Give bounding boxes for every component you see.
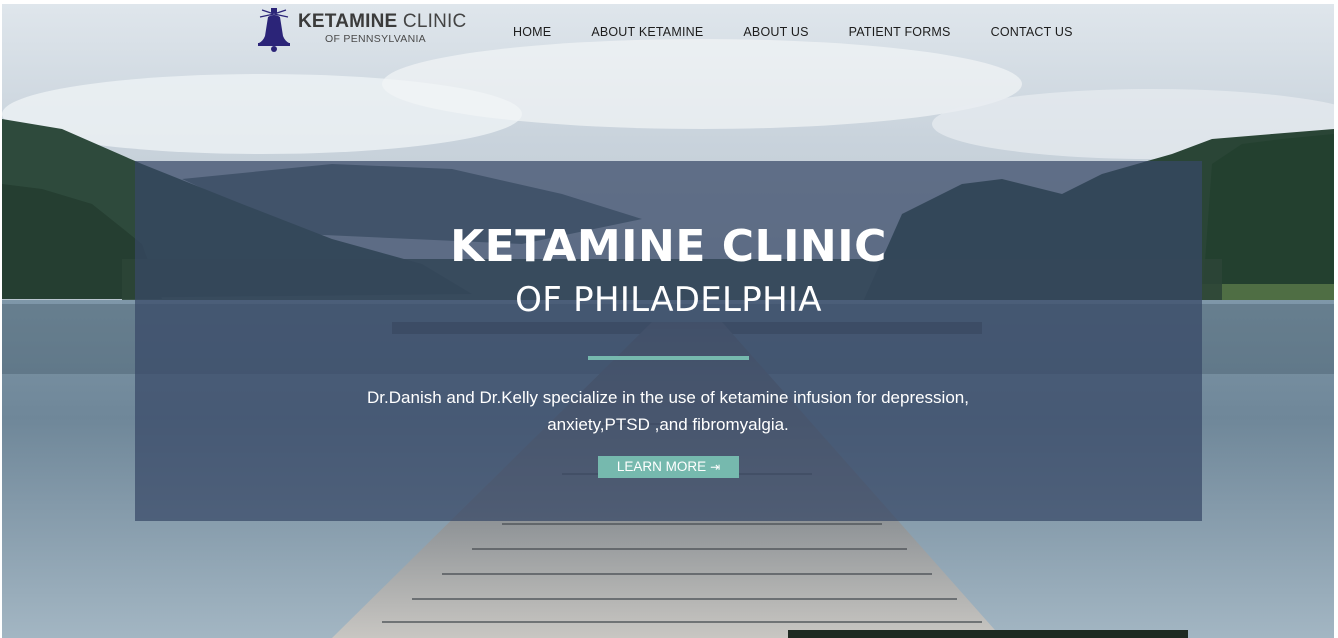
- learn-more-button[interactable]: LEARN MORE ⇥: [598, 456, 739, 478]
- nav-item-home[interactable]: HOME: [513, 25, 551, 39]
- hero-description-line-1: Dr.Danish and Dr.Kelly specialize in the…: [367, 388, 969, 407]
- hero-panel: KETAMINE CLINIC OF PHILADELPHIA Dr.Danis…: [135, 161, 1202, 521]
- hero-title: KETAMINE CLINIC: [450, 221, 887, 272]
- logo-name-bold: KETAMINE: [298, 11, 398, 32]
- hero-divider: [588, 356, 749, 360]
- learn-more-label: LEARN MORE: [616, 459, 707, 474]
- nav-item-patient-forms[interactable]: PATIENT FORMS: [849, 25, 951, 39]
- main-nav: HOME ABOUT KETAMINE ABOUT US PATIENT FOR…: [513, 25, 1073, 39]
- hero-subtitle: OF PHILADELPHIA: [515, 280, 822, 320]
- liberty-bell-icon: [258, 8, 290, 52]
- logo-title: KETAMINE CLINIC: [298, 11, 466, 33]
- page: KETAMINE CLINIC OF PENNSYLVANIA HOME ABO…: [0, 0, 1338, 638]
- bottom-image-edge: [788, 630, 1188, 638]
- logo-name-light: CLINIC: [402, 11, 467, 32]
- hero-description: Dr.Danish and Dr.Kelly specialize in the…: [318, 384, 1018, 438]
- logo-tagline: OF PENNSYLVANIA: [325, 33, 426, 45]
- site-logo[interactable]: KETAMINE CLINIC OF PENNSYLVANIA: [256, 8, 466, 54]
- hero-description-line-2: anxiety,PTSD ,and fibromyalgia.: [547, 415, 789, 434]
- nav-item-about-us[interactable]: ABOUT US: [743, 25, 808, 39]
- nav-item-contact-us[interactable]: CONTACT US: [991, 25, 1073, 39]
- arrow-right-icon: ⇥: [710, 460, 721, 474]
- nav-item-about-ketamine[interactable]: ABOUT KETAMINE: [591, 25, 703, 39]
